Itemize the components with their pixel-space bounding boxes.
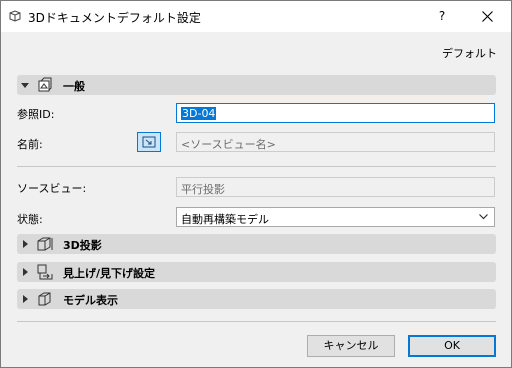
section-lookup-header[interactable]: 見上げ/見下げ設定 (17, 262, 496, 282)
name-placeholder: <ソースビュー名> (181, 138, 276, 151)
collapse-arrow-icon (23, 295, 28, 303)
section-projection-title: 3D投影 (63, 239, 102, 252)
window-title: 3Dドキュメントデフォルト設定 (28, 11, 201, 25)
section-model-display-header[interactable]: モデル表示 (17, 289, 496, 309)
status-dropdown[interactable]: 自動再構築モデル (176, 207, 495, 227)
divider (17, 321, 496, 322)
app-icon (9, 10, 21, 22)
dialog-window: 3Dドキュメントデフォルト設定 ? デフォルト 一般 参照ID: 3D-04 名… (0, 0, 512, 368)
close-icon (482, 11, 493, 22)
source-view-value: 平行投影 (181, 183, 225, 196)
title-bar: 3Dドキュメントデフォルト設定 ? (1, 1, 511, 32)
general-settings-icon (36, 76, 54, 94)
collapse-arrow-icon (23, 240, 28, 248)
section-general-header[interactable]: 一般 (17, 75, 496, 95)
divider (17, 166, 496, 167)
view-direction-icon (36, 263, 54, 281)
cancel-button[interactable]: キャンセル (307, 335, 395, 357)
chevron-down-icon (479, 214, 488, 220)
section-lookup-title: 見上げ/見下げ設定 (63, 267, 156, 280)
link-source-icon (142, 136, 156, 148)
name-label: 名前: (17, 138, 43, 151)
source-view-label: ソースビュー: (17, 182, 87, 195)
model-cube-icon (36, 290, 54, 308)
ref-id-label: 参照ID: (17, 108, 55, 121)
section-model-display-title: モデル表示 (63, 294, 118, 307)
section-projection-header[interactable]: 3D投影 (17, 234, 496, 254)
ok-button[interactable]: OK (408, 335, 496, 357)
status-label: 状態: (17, 213, 43, 226)
close-button[interactable] (465, 1, 511, 32)
use-source-name-button[interactable] (137, 132, 161, 152)
collapse-arrow-icon (23, 268, 28, 276)
defaults-link[interactable]: デフォルト (442, 45, 497, 61)
ref-id-input[interactable]: 3D-04 (176, 103, 495, 123)
source-view-field: 平行投影 (176, 177, 495, 197)
ref-id-value: 3D-04 (181, 107, 217, 120)
projection-icon (36, 235, 54, 253)
status-value: 自動再構築モデル (181, 213, 269, 226)
section-general-title: 一般 (63, 80, 85, 93)
help-button[interactable]: ? (419, 1, 465, 32)
name-input[interactable]: <ソースビュー名> (176, 132, 495, 152)
expand-arrow-icon (21, 83, 29, 88)
